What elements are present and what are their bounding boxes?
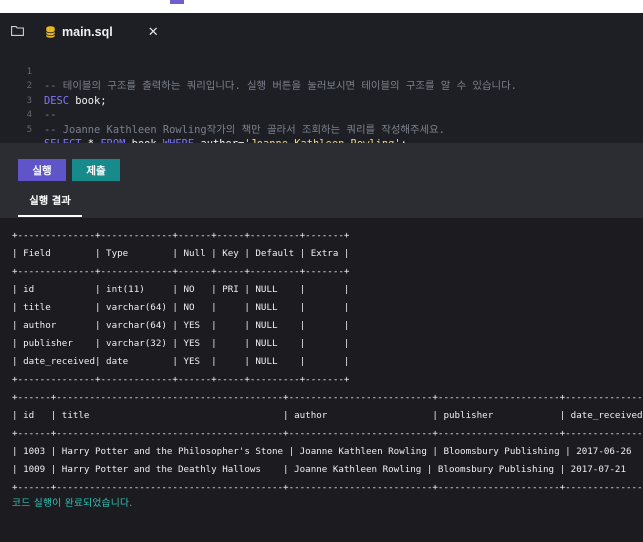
- output-line: +------+--------------------------------…: [12, 482, 643, 493]
- output-line: +------+--------------------------------…: [12, 392, 643, 403]
- output-line: | id | title | author | publisher | date…: [12, 410, 643, 421]
- output-line: | publisher | varchar(32) | YES | | NULL…: [12, 338, 350, 349]
- output-line: | 1009 | Harry Potter and the Deathly Ha…: [12, 464, 643, 475]
- close-icon[interactable]: ✕: [148, 25, 159, 40]
- execution-status: 코드 실행이 완료되었습니다.: [12, 498, 133, 509]
- code-line: 3 --: [0, 79, 643, 122]
- output-line: | title | varchar(64) | NO | | NULL | |: [12, 302, 350, 313]
- editor-tab-bar: main.sql ✕: [34, 13, 643, 51]
- output-line: | 1003 | Harry Potter and the Philosophe…: [12, 446, 643, 457]
- top-bar: [0, 0, 643, 13]
- output-console: +--------------+-------------+------+---…: [0, 218, 643, 542]
- code-line: 5 SELECT * FROM book WHERE author='Joann…: [0, 108, 643, 151]
- submit-button[interactable]: 제출: [72, 159, 120, 181]
- output-line: +--------------+-------------+------+---…: [12, 230, 350, 241]
- code-comment: -- Joanne Kathleen Rowling작가의 책만 골라서 조회하…: [44, 123, 445, 136]
- code-editor[interactable]: 1 -- 테이블의 구조를 출력하는 쿼리입니다. 실행 버튼을 눌러보시면 테…: [0, 50, 643, 151]
- line-number: 5: [26, 124, 32, 135]
- result-tab-bar: 실행 결과: [0, 188, 643, 218]
- code-line: 4 -- Joanne Kathleen Rowling작가의 책만 골라서 조…: [0, 94, 643, 136]
- output-line: | id | int(11) | NO | PRI | NULL | |: [12, 284, 350, 295]
- run-button[interactable]: 실행: [18, 159, 66, 181]
- active-tab-indicator: [18, 215, 82, 217]
- file-tab-title: main.sql: [62, 25, 113, 39]
- output-line: +--------------+-------------+------+---…: [12, 374, 350, 385]
- file-tab-main-sql[interactable]: main.sql ✕: [34, 13, 171, 51]
- code-line: 1 -- 테이블의 구조를 출력하는 쿼리입니다. 실행 버튼을 눌러보시면 테…: [0, 50, 643, 93]
- code-line: 2 DESC book;: [0, 65, 643, 107]
- database-icon: [46, 26, 55, 38]
- top-accent: [170, 0, 184, 4]
- output-line: | Field | Type | Null | Key | Default | …: [12, 248, 350, 259]
- output-line: | date_received| date | YES | | NULL | |: [12, 356, 350, 367]
- folder-icon[interactable]: [11, 26, 24, 36]
- output-line: +--------------+-------------+------+---…: [12, 266, 350, 277]
- action-toolbar: 실행 제출: [0, 143, 643, 188]
- tab-run-result[interactable]: 실행 결과: [18, 188, 82, 218]
- output-line: +------+--------------------------------…: [12, 428, 643, 439]
- output-line: | author | varchar(64) | YES | | NULL | …: [12, 320, 350, 331]
- query-output: +--------------+-------------+------+---…: [12, 227, 643, 497]
